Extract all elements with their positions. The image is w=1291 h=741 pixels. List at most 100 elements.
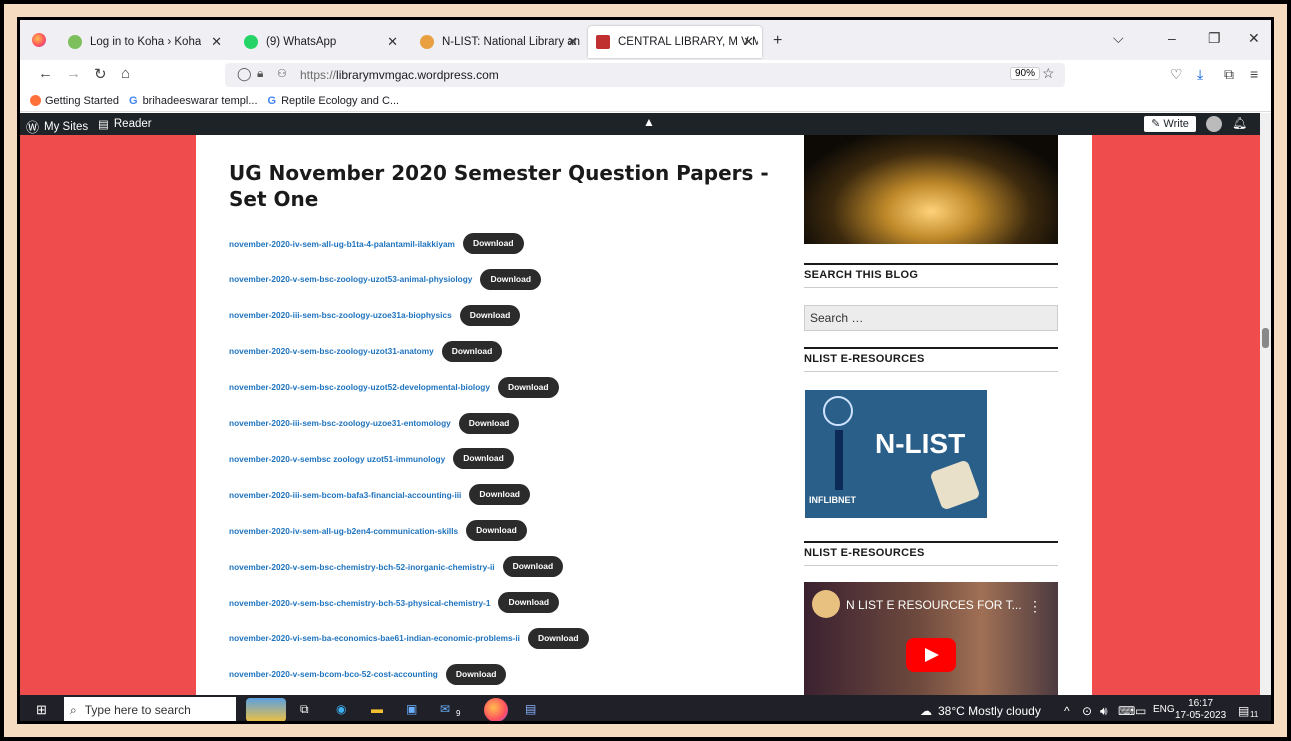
close-icon[interactable]: ✕ bbox=[743, 34, 754, 50]
zoom-indicator[interactable]: 90% bbox=[1010, 67, 1041, 80]
question-paper-link[interactable]: november-2020-v-sem-bcom-bco-52-cost-acc… bbox=[229, 669, 438, 679]
mail-icon[interactable]: ✉ bbox=[440, 702, 450, 716]
download-button[interactable]: Download bbox=[527, 627, 589, 649]
question-paper-link[interactable]: november-2020-v-sembsc zoology uzot51-im… bbox=[229, 454, 445, 464]
volume-icon[interactable]: 🔊︎ bbox=[1100, 704, 1108, 719]
download-row: november-2020-v-sem-bcom-bco-52-cost-acc… bbox=[229, 663, 507, 685]
question-paper-link[interactable]: november-2020-iv-sem-all-ug-b1ta-4-palan… bbox=[229, 239, 455, 249]
tray-expand-icon[interactable]: ^ bbox=[1064, 704, 1070, 718]
download-button[interactable]: Download bbox=[497, 376, 559, 398]
reader-link[interactable]: ▤ Reader bbox=[98, 117, 152, 131]
word-icon[interactable]: ▤ bbox=[525, 702, 536, 716]
question-paper-link[interactable]: november-2020-v-sem-bsc-zoology-uzot31-a… bbox=[229, 346, 434, 356]
reload-icon[interactable]: ↻ bbox=[94, 65, 107, 83]
globe-icon bbox=[823, 396, 853, 426]
pocket-icon[interactable]: ♡ bbox=[1170, 66, 1183, 83]
question-paper-link[interactable]: november-2020-iii-sem-bsc-zoology-uzoe31… bbox=[229, 418, 451, 428]
close-icon[interactable]: ✕ bbox=[387, 34, 398, 50]
shield-icon[interactable]: ◯ bbox=[237, 66, 252, 82]
download-button[interactable]: Download bbox=[480, 268, 542, 290]
search-icon: ⌕ bbox=[70, 702, 77, 717]
youtube-video[interactable]: N LIST E RESOURCES FOR T... ⋮ bbox=[804, 582, 1058, 695]
firefox-taskbar-icon[interactable] bbox=[484, 698, 508, 721]
keyboard-icon[interactable]: ⌨ bbox=[1118, 704, 1135, 718]
notifications-center-icon[interactable]: ▤ bbox=[1238, 704, 1249, 718]
back-icon[interactable]: ← bbox=[38, 65, 53, 82]
forward-icon[interactable]: → bbox=[66, 65, 81, 82]
download-button[interactable]: Download bbox=[441, 340, 503, 362]
collapse-icon[interactable]: ▲ bbox=[643, 115, 655, 129]
bookmark-getting-started[interactable]: Getting Started bbox=[30, 95, 119, 107]
language-indicator[interactable]: ENG bbox=[1153, 704, 1175, 715]
question-paper-link[interactable]: november-2020-v-sem-bsc-chemistry-bch-53… bbox=[229, 598, 490, 608]
download-button[interactable]: Download bbox=[458, 412, 520, 434]
scrollbar-thumb[interactable] bbox=[1262, 328, 1269, 348]
tab-whatsapp[interactable]: (9) WhatsApp ✕ bbox=[236, 26, 406, 58]
close-icon[interactable]: ✕ bbox=[211, 34, 222, 50]
tab-central-library[interactable]: CENTRAL LIBRARY, M V MUTH ✕ bbox=[588, 26, 762, 58]
download-button[interactable]: Download bbox=[466, 520, 527, 542]
downloads-icon[interactable]: ⤓ bbox=[1197, 66, 1203, 83]
more-options-icon[interactable]: ⋮ bbox=[1028, 598, 1042, 615]
list-tabs-icon[interactable]: ⌵ bbox=[1113, 30, 1124, 47]
download-button[interactable]: Download bbox=[459, 304, 521, 326]
close-icon[interactable]: ✕ bbox=[567, 34, 578, 50]
download-button[interactable]: Download bbox=[453, 448, 514, 470]
outer-frame: Log in to Koha › Koha ✕ (9) WhatsApp ✕ N… bbox=[0, 0, 1291, 741]
notifications-icon[interactable]: 🔔︎ bbox=[1232, 116, 1247, 130]
extensions-icon[interactable]: ⧉ bbox=[1224, 66, 1234, 83]
task-view-icon[interactable]: ⧉ bbox=[300, 702, 309, 717]
tab-nlist[interactable]: N-LIST: National Library and Inf ✕ bbox=[412, 26, 586, 58]
tab-koha[interactable]: Log in to Koha › Koha ✕ bbox=[60, 26, 230, 58]
question-paper-link[interactable]: november-2020-iv-sem-all-ug-b2en4-commun… bbox=[229, 526, 458, 536]
download-row: november-2020-v-sem-bsc-zoology-uzot53-a… bbox=[229, 268, 542, 290]
file-explorer-icon[interactable]: ▬ bbox=[371, 702, 383, 716]
download-button[interactable]: Download bbox=[469, 484, 530, 506]
network-icon[interactable]: ⊙ bbox=[1082, 704, 1092, 718]
menu-icon[interactable]: ≡ bbox=[1250, 66, 1258, 82]
question-paper-link[interactable]: november-2020-v-sem-bsc-chemistry-bch-52… bbox=[229, 562, 495, 572]
permissions-icon[interactable]: ⚇ bbox=[277, 67, 287, 80]
channel-avatar[interactable] bbox=[812, 590, 840, 618]
firefox-icon[interactable] bbox=[32, 33, 46, 47]
notification-count: 11 bbox=[1250, 710, 1259, 719]
bookmark-brihadeeswarar[interactable]: G brihadeeswarar templ... bbox=[129, 95, 258, 107]
weather-icon[interactable]: ☁ bbox=[920, 704, 932, 718]
widgets-icon[interactable] bbox=[246, 698, 286, 721]
download-row: november-2020-iv-sem-all-ug-b2en4-commun… bbox=[229, 520, 527, 542]
nlist-icon bbox=[420, 35, 434, 49]
download-button[interactable]: Download bbox=[462, 233, 524, 254]
restore-icon[interactable]: ❐ bbox=[1208, 30, 1221, 47]
bookmark-reptile[interactable]: G Reptile Ecology and C... bbox=[268, 95, 400, 107]
question-paper-link[interactable]: november-2020-iii-sem-bsc-zoology-uzoe31… bbox=[229, 310, 452, 320]
minimize-icon[interactable]: – bbox=[1168, 30, 1176, 46]
question-paper-link[interactable]: november-2020-vi-sem-ba-economics-bae61-… bbox=[229, 633, 520, 643]
windows-start-icon[interactable]: ⊞ bbox=[36, 702, 47, 718]
search-input[interactable]: Search … bbox=[804, 305, 1058, 331]
nlist-logo-image[interactable]: N-LIST INFLIBNET bbox=[805, 390, 987, 518]
lock-icon[interactable]: 🔒︎ bbox=[257, 66, 263, 81]
taskbar-search-input[interactable]: ⌕ Type here to search bbox=[64, 697, 236, 721]
play-icon[interactable] bbox=[906, 638, 956, 672]
download-row: november-2020-iv-sem-all-ug-b1ta-4-palan… bbox=[229, 233, 524, 254]
question-paper-link[interactable]: november-2020-v-sem-bsc-zoology-uzot52-d… bbox=[229, 382, 490, 392]
weather-text[interactable]: 38°C Mostly cloudy bbox=[938, 704, 1041, 718]
my-sites-link[interactable]: Ⓦ My Sites bbox=[26, 117, 88, 136]
new-tab-icon[interactable]: + bbox=[773, 32, 782, 50]
avatar[interactable] bbox=[1206, 116, 1222, 132]
download-button[interactable]: Download bbox=[498, 592, 560, 613]
home-icon[interactable]: ⌂ bbox=[121, 65, 130, 82]
clock[interactable]: 16:17 17-05-2023 bbox=[1175, 698, 1226, 721]
bookmark-star-icon[interactable]: ☆ bbox=[1042, 65, 1055, 82]
question-paper-link[interactable]: november-2020-iii-sem-bcom-bafa3-financi… bbox=[229, 490, 461, 500]
store-icon[interactable]: ▣ bbox=[406, 702, 417, 716]
download-button[interactable]: Download bbox=[502, 556, 564, 578]
download-button[interactable]: Download bbox=[445, 663, 507, 685]
scrollbar[interactable] bbox=[1260, 113, 1271, 695]
question-paper-link[interactable]: november-2020-v-sem-bsc-zoology-uzot53-a… bbox=[229, 274, 472, 284]
window-close-icon[interactable]: ✕ bbox=[1248, 30, 1260, 47]
edge-icon[interactable]: ◉ bbox=[336, 702, 346, 716]
write-button[interactable]: ✎ Write bbox=[1144, 116, 1196, 132]
wordpress-icon: Ⓦ bbox=[26, 120, 40, 135]
display-icon[interactable]: ▭ bbox=[1135, 704, 1146, 718]
